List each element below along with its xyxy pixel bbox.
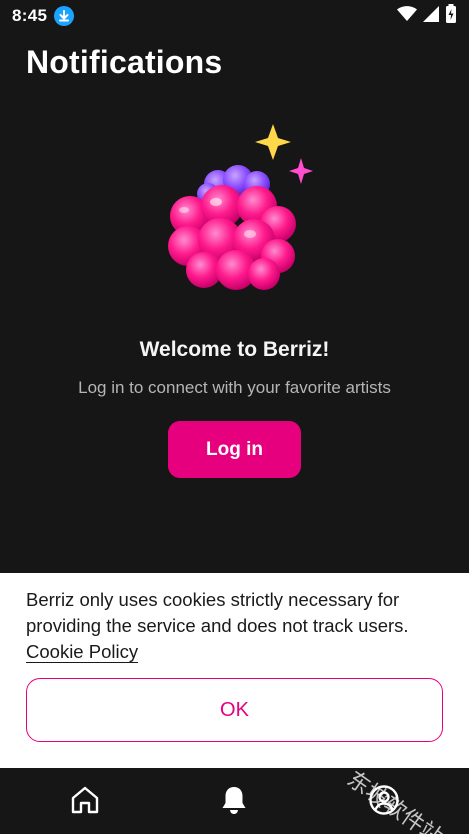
login-button[interactable]: Log in [168, 421, 301, 478]
bottom-nav [0, 768, 469, 834]
status-bar: 8:45 [0, 0, 469, 32]
nav-notifications[interactable] [214, 782, 254, 822]
ok-button[interactable]: OK [26, 678, 443, 742]
signal-icon [423, 5, 439, 27]
download-icon [54, 6, 74, 26]
cookie-banner: Berriz only uses cookies strictly necess… [0, 573, 469, 768]
wifi-icon [397, 5, 417, 27]
welcome-subtitle: Log in to connect with your favorite art… [78, 378, 391, 397]
status-time: 8:45 [12, 6, 48, 25]
cookie-policy-link[interactable]: Cookie Policy [26, 639, 138, 665]
battery-icon [445, 3, 457, 29]
status-icons [397, 3, 457, 29]
sparkle-pink [289, 158, 313, 184]
welcome-title: Welcome to Berriz! [139, 338, 330, 361]
cookie-notice-text: Berriz only uses cookies strictly necess… [26, 589, 409, 636]
page-title: Notifications [26, 44, 223, 80]
sparkle-yellow [255, 124, 291, 160]
nav-profile[interactable] [364, 782, 404, 822]
profile-icon [368, 784, 400, 821]
bell-icon [218, 784, 250, 821]
home-icon [69, 784, 101, 821]
berry-illustration [160, 118, 320, 298]
notifications-screen: 8:45 Notifications Welcome to Berriz! Lo… [0, 0, 469, 834]
nav-home[interactable] [65, 782, 105, 822]
